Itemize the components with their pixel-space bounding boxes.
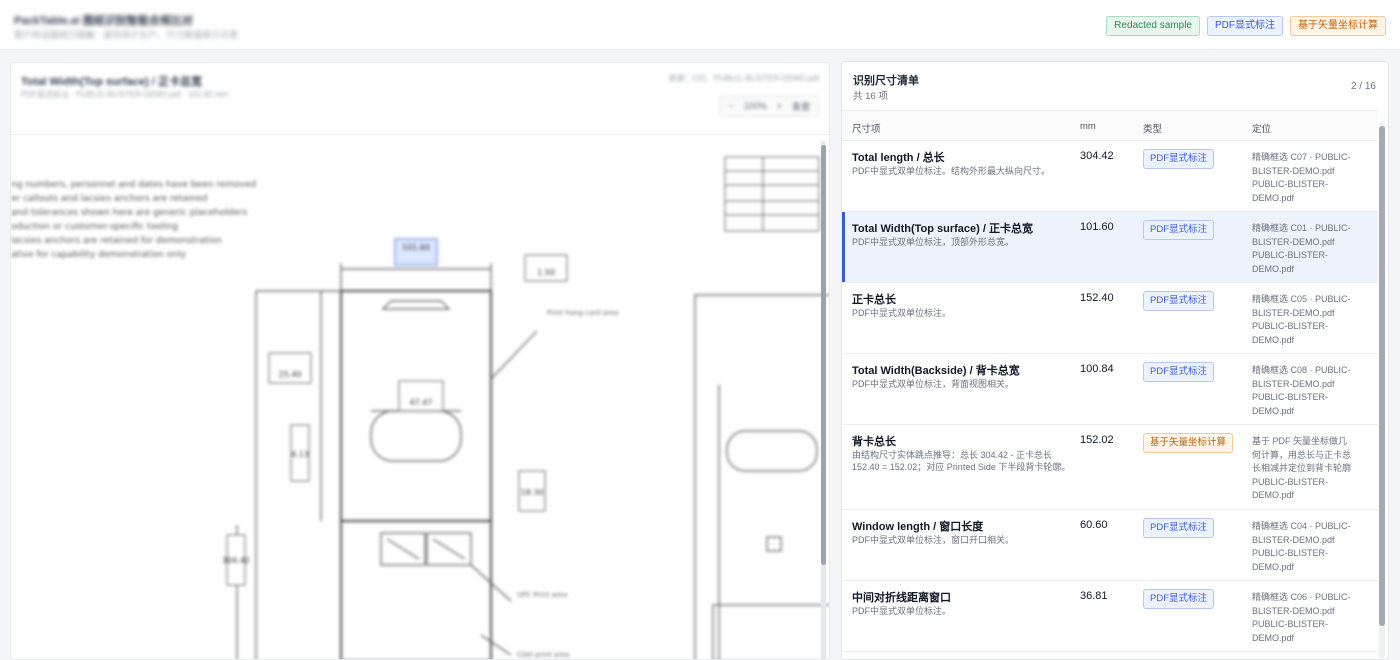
dim-label: 25.40: [279, 370, 302, 379]
dim-label: 304.42: [222, 556, 250, 565]
panel-scroll-thumb[interactable]: [1379, 126, 1385, 626]
chip-redacted-sample: Redacted sample: [1106, 16, 1200, 36]
row-value: 152.40: [1080, 292, 1114, 304]
row-description: PDF中显式双单位标注。: [852, 606, 952, 616]
row-type-badge: PDF显式标注: [1143, 149, 1215, 169]
app-header: PackTable.ai 图纸识别智能合规比对 客户样品图纸已脱敏 · 请勿用于…: [0, 0, 1400, 50]
panel-scrollbar[interactable]: [1379, 122, 1385, 658]
row-location: 精确框选 C01 · PUBLIC-BLISTER-DEMO.pdf PUBLI…: [1252, 223, 1351, 274]
title-block-table: [724, 156, 820, 232]
dimension-callouts: 1.50 25.40 47.47 4.13 18.30 304.42 Print…: [222, 254, 618, 659]
drawing-note: ng numbers, personnel and dates have bee…: [11, 180, 256, 190]
table-row-selected[interactable]: Total Width(Top surface) / 正卡总宽 PDF中显式双单…: [842, 212, 1378, 283]
table-row[interactable]: 正卡总长 PDF中显式双单位标注。 152.40 PDF显式标注 精确框选 C0…: [842, 283, 1378, 354]
zoom-controls: − 100% + 重置: [719, 95, 819, 117]
row-name: 中间对折线距离窗口: [852, 592, 951, 604]
table-row[interactable]: Total length / 总长 PDF中显式双单位标注。结构外形最大纵向尺寸…: [842, 141, 1378, 212]
row-location: 基于 PDF 矢量坐标做几何计算，用总长与正卡总长相减并定位到背卡轮廓 PUBL…: [1252, 436, 1352, 500]
dimension-rows: Total length / 总长 PDF中显式双单位标注。结构外形最大纵向尺寸…: [842, 141, 1378, 652]
drawing-label: Print hang card area: [547, 309, 618, 317]
row-description: PDF中显式双单位标注，顶部外形总宽。: [852, 237, 1015, 247]
row-description: PDF中显式双单位标注，背面视图相关。: [852, 379, 1015, 389]
viewer-title: Total Width(Top surface) / 正卡总宽: [21, 76, 202, 88]
row-name: 背卡总长: [852, 436, 896, 448]
row-location: 精确框选 C08 · PUBLIC-BLISTER-DEMO.pdf PUBLI…: [1252, 365, 1351, 416]
row-type-badge: PDF显式标注: [1143, 589, 1215, 609]
column-header-type: 类型: [1143, 124, 1163, 135]
blister-drawing: [236, 263, 829, 659]
row-name: Total Width(Backside) / 背卡总宽: [852, 365, 1020, 377]
drawing-canvas[interactable]: ng numbers, personnel and dates have bee…: [11, 135, 830, 660]
panel-pagination: 2 / 16: [1350, 81, 1376, 92]
row-location: 精确框选 C07 · PUBLIC-BLISTER-DEMO.pdf PUBLI…: [1252, 152, 1351, 203]
drawing-note: ative for capability demonstration only: [11, 250, 187, 260]
table-row[interactable]: Window length / 窗口长度 PDF中显式双单位标注，窗口开口相关。…: [842, 510, 1378, 581]
drawing-note: er callouts and lacsies anchors are reta…: [11, 194, 207, 204]
row-name: 正卡总长: [852, 294, 896, 306]
column-header-name: 尺寸项: [852, 124, 881, 135]
dim-label: 1.50: [537, 268, 555, 277]
table-header: 尺寸项 mm 类型 定位: [842, 110, 1378, 141]
table-row[interactable]: 中间对折线距离窗口 PDF中显式双单位标注。 36.81 PDF显式标注 精确框…: [842, 581, 1378, 652]
table-row[interactable]: Total Width(Backside) / 背卡总宽 PDF中显式双单位标注…: [842, 354, 1378, 425]
row-name: Total Width(Top surface) / 正卡总宽: [852, 223, 1033, 235]
row-description: 由结构尺寸实体跳点推导：总长 304.42 - 正卡总长 152.40 = 15…: [852, 450, 1071, 472]
row-value: 60.60: [1080, 519, 1108, 531]
row-type-badge: PDF显式标注: [1143, 220, 1215, 240]
app-subtitle: 客户样品图纸已脱敏 · 请勿用于生产，尺寸数值用于示意: [14, 30, 238, 40]
row-value: 152.02: [1080, 434, 1114, 446]
dim-label: 4.13: [291, 450, 309, 459]
row-description: PDF中显式双单位标注。: [852, 308, 952, 318]
row-value: 100.84: [1080, 363, 1114, 375]
dim-label: 47.47: [410, 398, 433, 407]
column-header-location: 定位: [1252, 124, 1272, 135]
drawing-viewer: Total Width(Top surface) / 正卡总宽 PDF显式标注 …: [10, 62, 830, 660]
dimension-list-panel: 识别尺寸清单 共 16 项 2 / 16 尺寸项 mm 类型 定位 Total …: [841, 61, 1389, 660]
drawing-label: COO print area: [517, 651, 569, 659]
row-type-badge: 基于矢量坐标计算: [1143, 433, 1234, 453]
table-row[interactable]: 背卡总长 由结构尺寸实体跳点推导：总长 304.42 - 正卡总长 152.40…: [842, 425, 1378, 510]
zoom-reset-button[interactable]: 重置: [792, 100, 810, 113]
viewer-subtitle: PDF显式标注 · PUBLIC-BLISTER-DEMO.pdf · 101.…: [21, 90, 229, 99]
viewer-header: Total Width(Top surface) / 正卡总宽 PDF显式标注 …: [11, 63, 829, 135]
row-description: PDF中显式双单位标注，窗口开口相关。: [852, 535, 1015, 545]
legend-chips: Redacted sample PDF显式标注 基于矢量坐标计算: [1106, 16, 1386, 36]
row-location: 精确框选 C05 · PUBLIC-BLISTER-DEMO.pdf PUBLI…: [1252, 294, 1351, 345]
panel-title: 识别尺寸清单: [853, 75, 919, 87]
viewer-source: 来源：C01 · PUBLIC-BLISTER-DEMO.pdf: [668, 74, 819, 83]
row-value: 36.81: [1080, 590, 1108, 602]
row-name: Window length / 窗口长度: [852, 521, 984, 533]
drawing-note: lacsies anchors are retained for demonst…: [11, 236, 222, 246]
chip-vector-computed: 基于矢量坐标计算: [1290, 16, 1386, 36]
row-name: Total length / 总长: [852, 152, 945, 164]
zoom-level: 100%: [743, 101, 767, 111]
row-type-badge: PDF显式标注: [1143, 291, 1215, 311]
zoom-out-button[interactable]: −: [728, 101, 733, 111]
drawing-label: UPC Print area: [517, 591, 567, 599]
viewer-scroll-thumb[interactable]: [821, 145, 826, 565]
row-type-badge: PDF显式标注: [1143, 518, 1215, 538]
viewer-scrollbar[interactable]: [821, 141, 826, 659]
zoom-in-button[interactable]: +: [777, 101, 782, 111]
chip-pdf-explicit: PDF显式标注: [1207, 16, 1283, 36]
column-header-mm: mm: [1080, 121, 1096, 132]
row-description: PDF中显式双单位标注。结构外形最大纵向尺寸。: [852, 166, 1051, 176]
row-location: 精确框选 C04 · PUBLIC-BLISTER-DEMO.pdf PUBLI…: [1252, 521, 1351, 572]
dim-label: 18.30: [521, 488, 544, 497]
row-value: 304.42: [1080, 150, 1114, 162]
drawing-notes: ng numbers, personnel and dates have bee…: [11, 180, 256, 260]
dim-label: 101.60: [402, 243, 430, 252]
drawing-note: oduction or customer-specific tooling: [11, 222, 178, 232]
panel-count: 共 16 项: [853, 91, 888, 102]
app-title: PackTable.ai 图纸识别智能合规比对: [14, 15, 193, 27]
drawing-note: and tolerances shown here are generic pl…: [11, 208, 248, 218]
row-type-badge: PDF显式标注: [1143, 362, 1215, 382]
row-value: 101.60: [1080, 221, 1114, 233]
row-location: 精确框选 C06 · PUBLIC-BLISTER-DEMO.pdf PUBLI…: [1252, 592, 1351, 643]
